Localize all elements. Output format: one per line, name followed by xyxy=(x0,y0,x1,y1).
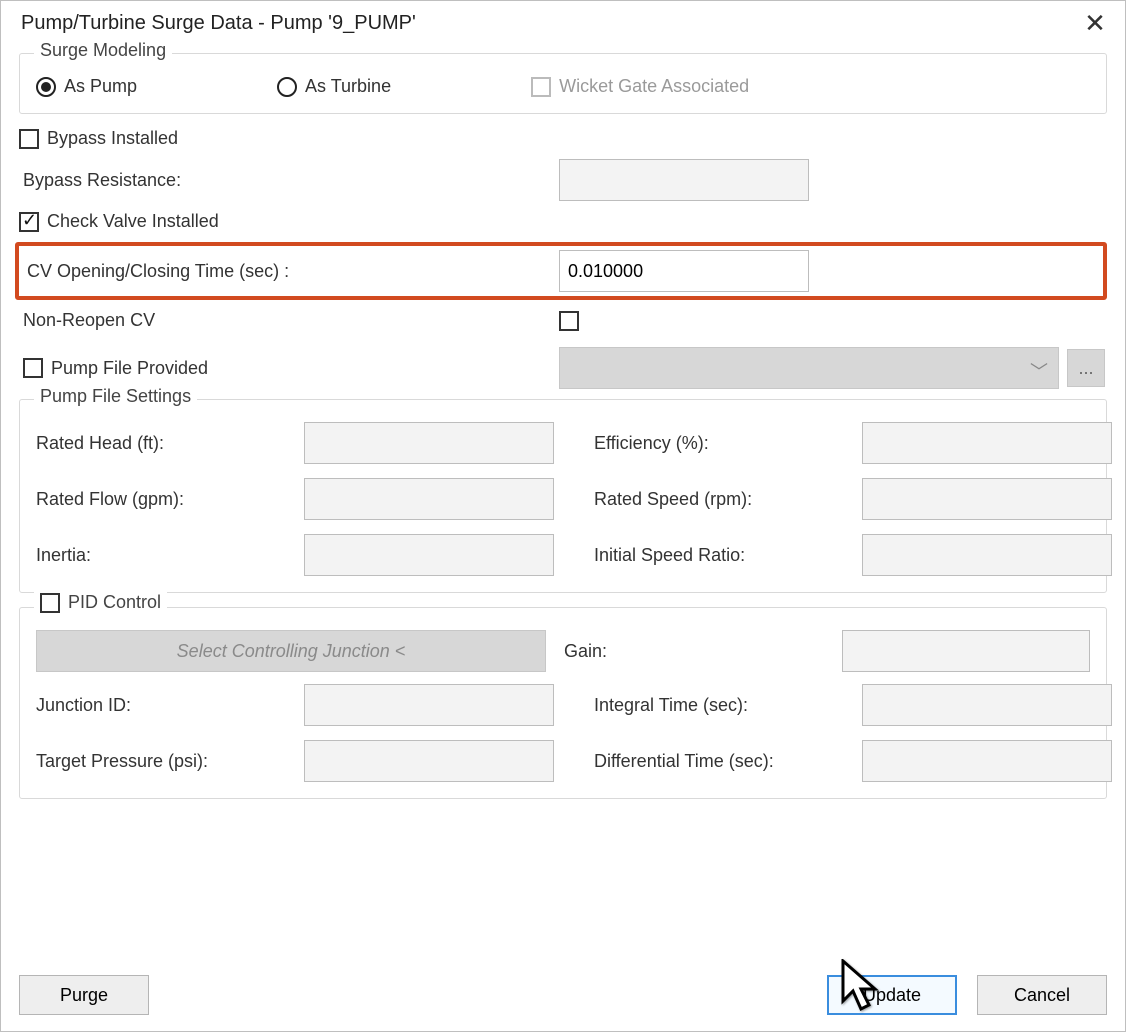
efficiency-input[interactable] xyxy=(862,422,1112,464)
check-valve-installed-label: Check Valve Installed xyxy=(47,211,219,232)
gain-label: Gain: xyxy=(564,641,824,662)
content-area: Surge Modeling As Pump As Turbine Wicket… xyxy=(1,45,1125,799)
pid-control-header[interactable]: PID Control xyxy=(34,592,167,613)
footer-right: Update Cancel xyxy=(827,975,1107,1015)
rated-flow-input[interactable] xyxy=(304,478,554,520)
checkbox-icon xyxy=(19,212,39,232)
surge-modeling-title: Surge Modeling xyxy=(34,40,172,61)
bypass-resistance-row: Bypass Resistance: xyxy=(19,159,1107,201)
non-reopen-row: Non-Reopen CV xyxy=(19,310,1107,331)
integral-time-label: Integral Time (sec): xyxy=(594,695,862,716)
pump-file-settings-title: Pump File Settings xyxy=(34,386,197,407)
checkbox-icon xyxy=(531,77,551,97)
select-junction-button: Select Controlling Junction < xyxy=(36,630,546,672)
rated-head-input[interactable] xyxy=(304,422,554,464)
pump-file-browse-button: ... xyxy=(1067,349,1105,387)
pump-file-settings-grid: Rated Head (ft): Efficiency (%): Rated F… xyxy=(36,422,1090,576)
bypass-installed-row[interactable]: Bypass Installed xyxy=(19,128,1107,149)
rated-flow-label: Rated Flow (gpm): xyxy=(36,489,304,510)
pump-file-provided[interactable]: Pump File Provided xyxy=(19,358,559,379)
bypass-resistance-label: Bypass Resistance: xyxy=(19,170,559,191)
pump-file-provided-label: Pump File Provided xyxy=(51,358,208,379)
inertia-input[interactable] xyxy=(304,534,554,576)
wicket-gate-label: Wicket Gate Associated xyxy=(559,76,749,97)
target-pressure-label: Target Pressure (psi): xyxy=(36,751,304,772)
pid-grid: Junction ID: Integral Time (sec): Target… xyxy=(36,684,1090,782)
non-reopen-checkbox[interactable] xyxy=(559,311,579,331)
initial-speed-ratio-label: Initial Speed Ratio: xyxy=(594,545,862,566)
bypass-resistance-input[interactable] xyxy=(559,159,809,201)
radio-as-pump[interactable]: As Pump xyxy=(36,76,137,97)
checkbox-icon xyxy=(40,593,60,613)
chevron-down-icon: ﹀ xyxy=(1030,358,1048,384)
differential-time-label: Differential Time (sec): xyxy=(594,751,862,772)
radio-as-pump-label: As Pump xyxy=(64,76,137,97)
rated-head-label: Rated Head (ft): xyxy=(36,433,304,454)
close-icon[interactable]: ✕ xyxy=(1075,10,1115,36)
pump-file-dropdown: ﹀ xyxy=(559,347,1059,389)
target-pressure-input[interactable] xyxy=(304,740,554,782)
pump-file-row: Pump File Provided ﹀ ... xyxy=(19,347,1107,389)
titlebar: Pump/Turbine Surge Data - Pump '9_PUMP' … xyxy=(1,1,1125,45)
pid-control-group: PID Control Select Controlling Junction … xyxy=(19,607,1107,799)
integral-time-input[interactable] xyxy=(862,684,1112,726)
surge-modeling-options: As Pump As Turbine Wicket Gate Associate… xyxy=(36,76,1090,97)
window-title: Pump/Turbine Surge Data - Pump '9_PUMP' xyxy=(21,12,416,35)
efficiency-label: Efficiency (%): xyxy=(594,433,862,454)
cv-time-input[interactable] xyxy=(559,250,809,292)
rated-speed-input[interactable] xyxy=(862,478,1112,520)
purge-button[interactable]: Purge xyxy=(19,975,149,1015)
differential-time-input[interactable] xyxy=(862,740,1112,782)
cv-time-row-highlight: CV Opening/Closing Time (sec) : xyxy=(15,242,1107,300)
check-valve-installed-row[interactable]: Check Valve Installed xyxy=(19,211,1107,232)
update-button[interactable]: Update xyxy=(827,975,957,1015)
dialog-window: Pump/Turbine Surge Data - Pump '9_PUMP' … xyxy=(0,0,1126,1032)
pump-file-settings-group: Pump File Settings Rated Head (ft): Effi… xyxy=(19,399,1107,593)
radio-as-turbine-label: As Turbine xyxy=(305,76,391,97)
junction-id-label: Junction ID: xyxy=(36,695,304,716)
checkbox-icon xyxy=(23,358,43,378)
radio-as-turbine[interactable]: As Turbine xyxy=(277,76,391,97)
inertia-label: Inertia: xyxy=(36,545,304,566)
non-reopen-label: Non-Reopen CV xyxy=(19,310,559,331)
footer: Purge Update Cancel xyxy=(19,975,1107,1015)
radio-icon xyxy=(36,77,56,97)
junction-id-input[interactable] xyxy=(304,684,554,726)
cancel-button[interactable]: Cancel xyxy=(977,975,1107,1015)
cv-time-label: CV Opening/Closing Time (sec) : xyxy=(23,261,559,282)
gain-input[interactable] xyxy=(842,630,1090,672)
bypass-installed-label: Bypass Installed xyxy=(47,128,178,149)
radio-icon xyxy=(277,77,297,97)
pid-top-row: Select Controlling Junction < Gain: xyxy=(36,630,1090,672)
pid-control-label: PID Control xyxy=(68,592,161,613)
checkbox-icon xyxy=(19,129,39,149)
initial-speed-ratio-input[interactable] xyxy=(862,534,1112,576)
rated-speed-label: Rated Speed (rpm): xyxy=(594,489,862,510)
checkbox-wicket-gate: Wicket Gate Associated xyxy=(531,76,749,97)
surge-modeling-group: Surge Modeling As Pump As Turbine Wicket… xyxy=(19,53,1107,114)
